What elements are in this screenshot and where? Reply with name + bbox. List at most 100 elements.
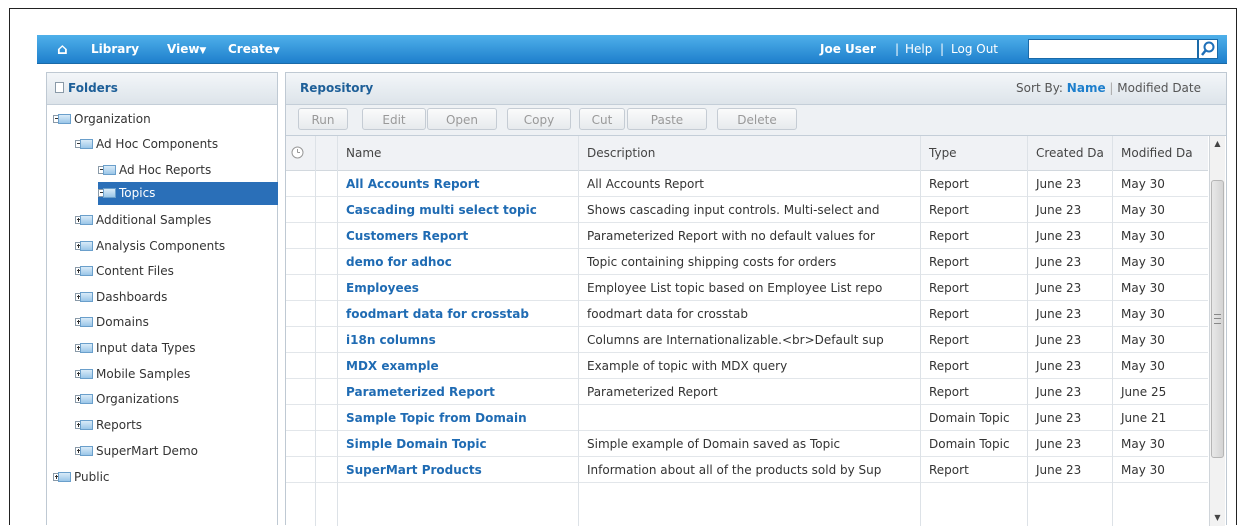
row-type: Report: [929, 333, 969, 347]
menu-create-label: Create: [228, 42, 273, 56]
help-link[interactable]: Help: [905, 35, 932, 63]
table-row[interactable]: i18n columns Columns are Internationaliza…: [286, 327, 1208, 353]
row-name-link[interactable]: Sample Topic from Domain: [338, 405, 579, 431]
schedule-column-header[interactable]: [286, 136, 316, 170]
menu-create[interactable]: Create▼: [228, 35, 280, 63]
column-divider: [1112, 136, 1113, 526]
folders-title: Folders: [68, 81, 118, 95]
row-name-link[interactable]: Cascading multi select topic: [338, 197, 579, 223]
copy-button[interactable]: Copy: [507, 108, 571, 130]
run-button[interactable]: Run: [298, 108, 348, 130]
open-button[interactable]: Open: [427, 108, 497, 130]
user-name[interactable]: Joe User: [820, 35, 876, 63]
row-name-link[interactable]: i18n columns: [338, 327, 579, 353]
description-column-header[interactable]: Description: [579, 136, 921, 170]
row-description: Shows cascading input controls. Multi-se…: [587, 203, 880, 217]
tree-item-analysis-components[interactable]: Analysis Components: [75, 236, 225, 256]
tree-item-dashboards[interactable]: Dashboards: [75, 287, 167, 307]
table-row[interactable]: Cascading multi select topic Shows cascad…: [286, 197, 1208, 223]
row-name-link[interactable]: Simple Domain Topic: [338, 431, 579, 457]
row-description: All Accounts Report: [587, 177, 704, 191]
collapse-panel-icon[interactable]: [55, 82, 64, 93]
tree-item-label: Organizations: [96, 392, 179, 406]
row-description: Employee List topic based on Employee Li…: [587, 281, 883, 295]
tree-item-input-data-types[interactable]: Input data Types: [75, 338, 196, 358]
scroll-up-icon[interactable]: ▲: [1210, 136, 1225, 152]
row-type: Report: [929, 463, 969, 477]
table-row[interactable]: demo for adhoc Topic containing shipping …: [286, 249, 1208, 275]
table-row[interactable]: MDX example Example of topic with MDX que…: [286, 353, 1208, 379]
sort-by-modified-link[interactable]: Modified Date: [1117, 81, 1201, 95]
table-row[interactable]: All Accounts Report All Accounts Report Re…: [286, 171, 1208, 197]
home-icon[interactable]: ⌂: [57, 35, 68, 63]
delete-button[interactable]: Delete: [717, 108, 797, 130]
tree-item-topics[interactable]: Topics: [98, 182, 278, 205]
row-name-link[interactable]: SuperMart Products: [338, 457, 579, 483]
row-description: Parameterized Report: [587, 385, 718, 399]
row-description: [579, 405, 921, 431]
folder-icon: [75, 419, 93, 431]
row-type: Domain Topic: [929, 411, 1010, 425]
scroll-thumb[interactable]: [1211, 180, 1224, 458]
table-row[interactable]: Simple Domain Topic Simple example of Dom…: [286, 431, 1208, 457]
modified-column-header[interactable]: Modified Da: [1113, 136, 1208, 170]
created-column-header[interactable]: Created Da: [1028, 136, 1113, 170]
row-created-date: June 23: [1036, 203, 1082, 217]
search-button[interactable]: [1198, 39, 1218, 59]
menu-library[interactable]: Library: [91, 35, 139, 63]
row-name-link[interactable]: foodmart data for crosstab: [338, 301, 579, 327]
menu-view[interactable]: View▼: [167, 35, 206, 63]
row-type: Report: [929, 307, 969, 321]
vertical-scrollbar[interactable]: ▲ ▼: [1209, 136, 1225, 526]
row-created-date: June 23: [1036, 255, 1082, 269]
tree-item-label: Ad Hoc Reports: [119, 163, 212, 177]
row-name-link[interactable]: Parameterized Report: [338, 379, 579, 405]
tree-item-reports[interactable]: Reports: [75, 415, 142, 435]
folder-icon: [75, 265, 93, 277]
menu-view-label: View: [167, 42, 200, 56]
row-modified-date: May 30: [1121, 255, 1165, 269]
tree-item-organization[interactable]: Organization: [53, 109, 151, 129]
table-row[interactable]: Sample Topic from Domain Domain Topic June…: [286, 405, 1208, 431]
tree-item-organizations[interactable]: Organizations: [75, 389, 179, 409]
tree-item-ad-hoc-reports[interactable]: Ad Hoc Reports: [98, 160, 211, 180]
tree-item-label: SuperMart Demo: [96, 444, 198, 458]
row-name-link[interactable]: All Accounts Report: [338, 171, 579, 197]
table-row[interactable]: Employees Employee List topic based on Em…: [286, 275, 1208, 301]
row-name-link[interactable]: MDX example: [338, 353, 579, 379]
row-name-link[interactable]: Customers Report: [338, 223, 579, 249]
column-divider: [1027, 136, 1028, 526]
tree-item-public[interactable]: Public: [53, 467, 110, 487]
tree-item-content-files[interactable]: Content Files: [75, 261, 174, 281]
scroll-down-icon[interactable]: ▼: [1210, 510, 1225, 526]
tree-item-additional-samples[interactable]: Additional Samples: [75, 210, 211, 230]
sort-by-name-link[interactable]: Name: [1067, 81, 1106, 95]
spacer-column-header: [316, 136, 338, 170]
logout-link[interactable]: Log Out: [951, 35, 998, 63]
table-row[interactable]: foodmart data for crosstab foodmart data …: [286, 301, 1208, 327]
name-column-header[interactable]: Name: [338, 136, 579, 170]
row-type: Report: [929, 385, 969, 399]
type-column-header[interactable]: Type: [921, 136, 1028, 170]
paste-button[interactable]: Paste: [627, 108, 707, 130]
row-type: Report: [929, 177, 969, 191]
table-row[interactable]: Customers Report Parameterized Report wit…: [286, 223, 1208, 249]
cut-button[interactable]: Cut: [579, 108, 625, 130]
tree-item-ad-hoc-components[interactable]: Ad Hoc Components: [75, 134, 218, 154]
tree-item-label: Ad Hoc Components: [96, 137, 219, 151]
row-modified-date: May 30: [1121, 437, 1165, 451]
folder-icon: [75, 291, 93, 303]
folder-icon: [98, 164, 116, 176]
edit-button[interactable]: Edit: [362, 108, 426, 130]
tree-item-label: Organization: [74, 112, 151, 126]
row-description: Columns are Internationalizable.<br>Defa…: [587, 333, 884, 347]
tree-item-domains[interactable]: Domains: [75, 312, 149, 332]
tree-item-supermart-demo[interactable]: SuperMart Demo: [75, 441, 198, 461]
table-row[interactable]: SuperMart Products Information about all …: [286, 457, 1208, 483]
row-modified-date: June 21: [1121, 411, 1167, 425]
row-name-link[interactable]: demo for adhoc: [338, 249, 579, 275]
search-input[interactable]: [1028, 39, 1198, 59]
table-row[interactable]: Parameterized Report Parameterized Report…: [286, 379, 1208, 405]
tree-item-mobile-samples[interactable]: Mobile Samples: [75, 364, 190, 384]
row-name-link[interactable]: Employees: [338, 275, 579, 301]
